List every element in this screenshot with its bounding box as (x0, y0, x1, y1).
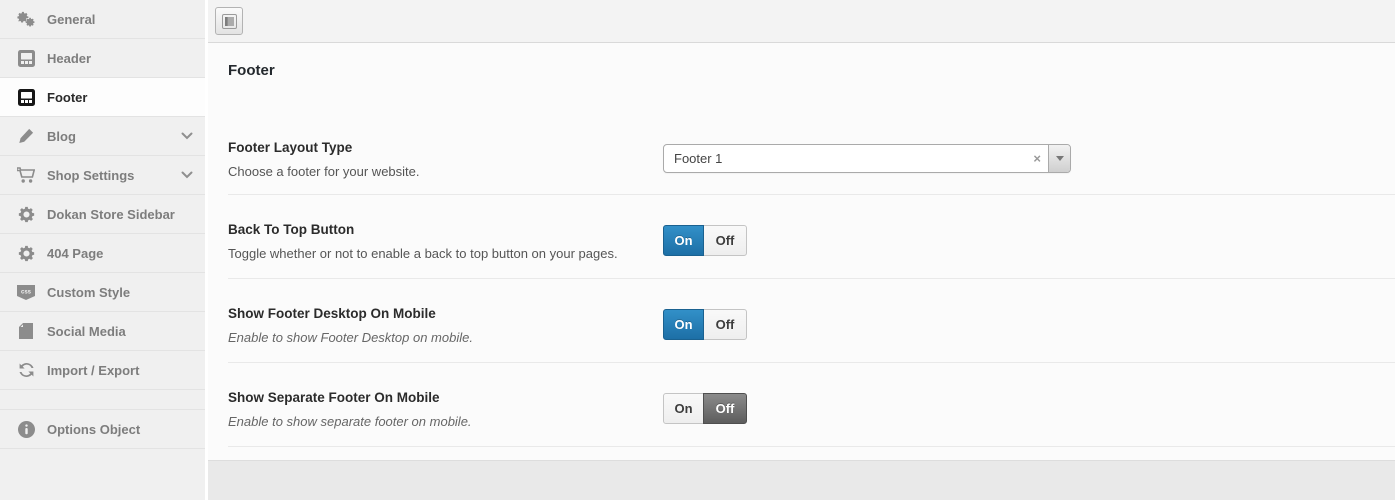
toggle-on-button[interactable]: On (663, 225, 704, 256)
sidebar-item-dokan-store-sidebar[interactable]: Dokan Store Sidebar (0, 195, 205, 234)
sidebar-item-label: Shop Settings (47, 168, 175, 183)
back-to-top-toggle: On Off (663, 225, 747, 256)
field-row-back-to-top: Back To Top Button Toggle whether or not… (228, 195, 1395, 279)
info-icon (17, 420, 35, 438)
footer-settings-content: Footer Footer Layout Type Choose a foote… (208, 43, 1395, 460)
sidebar-item-header[interactable]: Header (0, 39, 205, 78)
sync-icon (17, 361, 35, 379)
sidebar-item-blog[interactable]: Blog (0, 117, 205, 156)
clear-selection-icon[interactable]: × (1033, 145, 1041, 172)
chevron-down-icon[interactable] (1048, 145, 1070, 172)
page-icon (17, 322, 35, 340)
footer-layout-icon (17, 88, 35, 106)
sidebar-item-label: Options Object (47, 422, 193, 437)
field-label: Show Separate Footer On Mobile (228, 390, 1395, 405)
toggle-on-button[interactable]: On (663, 309, 704, 340)
sidebar-item-label: 404 Page (47, 246, 193, 261)
sidebar-item-options-object[interactable]: Options Object (0, 410, 205, 449)
toggle-off-button[interactable]: Off (703, 309, 747, 340)
page-title: Footer (208, 43, 1395, 104)
options-toolbar (208, 0, 1395, 43)
sidebar-item-label: Import / Export (47, 363, 193, 378)
sidebar-item-shop-settings[interactable]: Shop Settings (0, 156, 205, 195)
sidebar-item-label: Dokan Store Sidebar (47, 207, 193, 222)
sidebar-item-footer[interactable]: Footer (0, 78, 205, 117)
field-row-separate-footer-on-mobile: Show Separate Footer On Mobile Enable to… (228, 363, 1395, 447)
sidebar-item-label: Header (47, 51, 193, 66)
sidebar-item-label: General (47, 12, 193, 27)
sidebar-item-custom-style[interactable]: css Custom Style (0, 273, 205, 312)
field-description: Toggle whether or not to enable a back t… (228, 246, 1395, 261)
field-row-footer-desktop-on-mobile: Show Footer Desktop On Mobile Enable to … (228, 279, 1395, 363)
pencil-icon (17, 127, 35, 145)
cart-icon (17, 166, 35, 184)
sidebar-item-general[interactable]: General (0, 0, 205, 39)
field-label: Back To Top Button (228, 222, 1395, 237)
gears-icon (17, 10, 35, 28)
settings-main-panel: Footer Footer Layout Type Choose a foote… (208, 0, 1395, 500)
chevron-down-icon (181, 171, 193, 179)
field-description: Enable to show Footer Desktop on mobile. (228, 330, 1395, 345)
sidebar-item-label: Blog (47, 129, 175, 144)
footer-desktop-on-mobile-toggle: On Off (663, 309, 747, 340)
field-label: Show Footer Desktop On Mobile (228, 306, 1395, 321)
field-row-footer-layout-type: Footer Layout Type Choose a footer for y… (228, 104, 1395, 195)
chevron-down-icon (181, 132, 193, 140)
gear-icon (17, 205, 35, 223)
sidebar-spacer (0, 390, 205, 410)
panel-footer-bar (208, 460, 1395, 500)
sidebar-item-404-page[interactable]: 404 Page (0, 234, 205, 273)
css-badge-icon: css (17, 283, 35, 301)
field-description: Enable to show separate footer on mobile… (228, 414, 1395, 429)
footer-layout-select[interactable]: Footer 1 × (663, 144, 1071, 173)
selected-option-label: Footer 1 (664, 145, 1070, 172)
header-layout-icon (17, 49, 35, 67)
toggle-off-button[interactable]: Off (703, 393, 747, 424)
sidebar-item-import-export[interactable]: Import / Export (0, 351, 205, 390)
toggle-off-button[interactable]: Off (703, 225, 747, 256)
sidebar-item-label: Footer (47, 90, 193, 105)
expand-panel-icon (222, 14, 237, 29)
gear-icon (17, 244, 35, 262)
settings-sidebar: General Header Footer Blog Shop Settings (0, 0, 205, 500)
separate-footer-on-mobile-toggle: On Off (663, 393, 747, 424)
sidebar-item-label: Social Media (47, 324, 193, 339)
sidebar-item-social-media[interactable]: Social Media (0, 312, 205, 351)
sidebar-item-label: Custom Style (47, 285, 193, 300)
expand-options-button[interactable] (215, 7, 243, 35)
svg-text:css: css (21, 289, 32, 295)
toggle-on-button[interactable]: On (663, 393, 704, 424)
